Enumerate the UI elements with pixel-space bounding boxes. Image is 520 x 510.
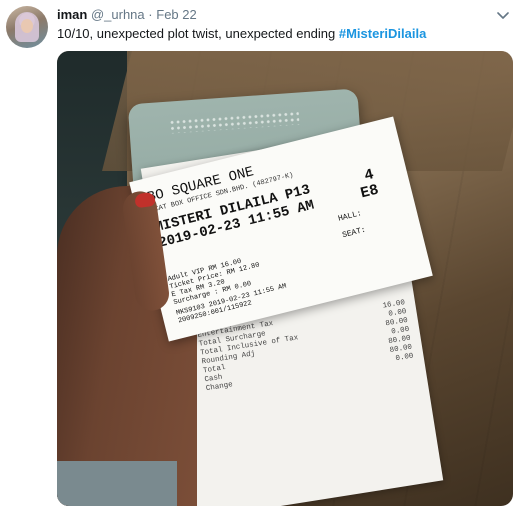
ticket-seat-number: E8 — [358, 181, 381, 203]
tweet-header: iman @_urhna · Feb 22 — [57, 6, 197, 24]
tweet-photo[interactable]: Entertainment Tax 16.00 Total Surcharge 0.0… — [57, 51, 513, 506]
ticket-hall-label: HALL: — [337, 209, 363, 224]
hashtag-link[interactable]: #MisteriDilaila — [339, 26, 426, 41]
tweet-body: 10/10, unexpected plot twist, unexpected… — [57, 26, 339, 41]
avatar-face — [21, 19, 33, 33]
tweet-text: 10/10, unexpected plot twist, unexpected… — [57, 25, 426, 43]
tweet-date[interactable]: Feb 22 — [156, 7, 196, 22]
author-name[interactable]: iman — [57, 7, 87, 22]
chevron-down-icon[interactable] — [494, 6, 512, 24]
photo-sleeve — [57, 461, 177, 506]
ticket-seat-label: SEAT: — [341, 225, 367, 241]
receipt-row-amount: 0.00 — [395, 352, 415, 364]
tweet: iman @_urhna · Feb 22 10/10, unexpected … — [0, 0, 520, 510]
wallet-pattern — [168, 110, 300, 134]
separator-dot: · — [148, 7, 153, 22]
author-handle[interactable]: @_urhna — [91, 7, 145, 22]
avatar[interactable] — [6, 6, 48, 48]
